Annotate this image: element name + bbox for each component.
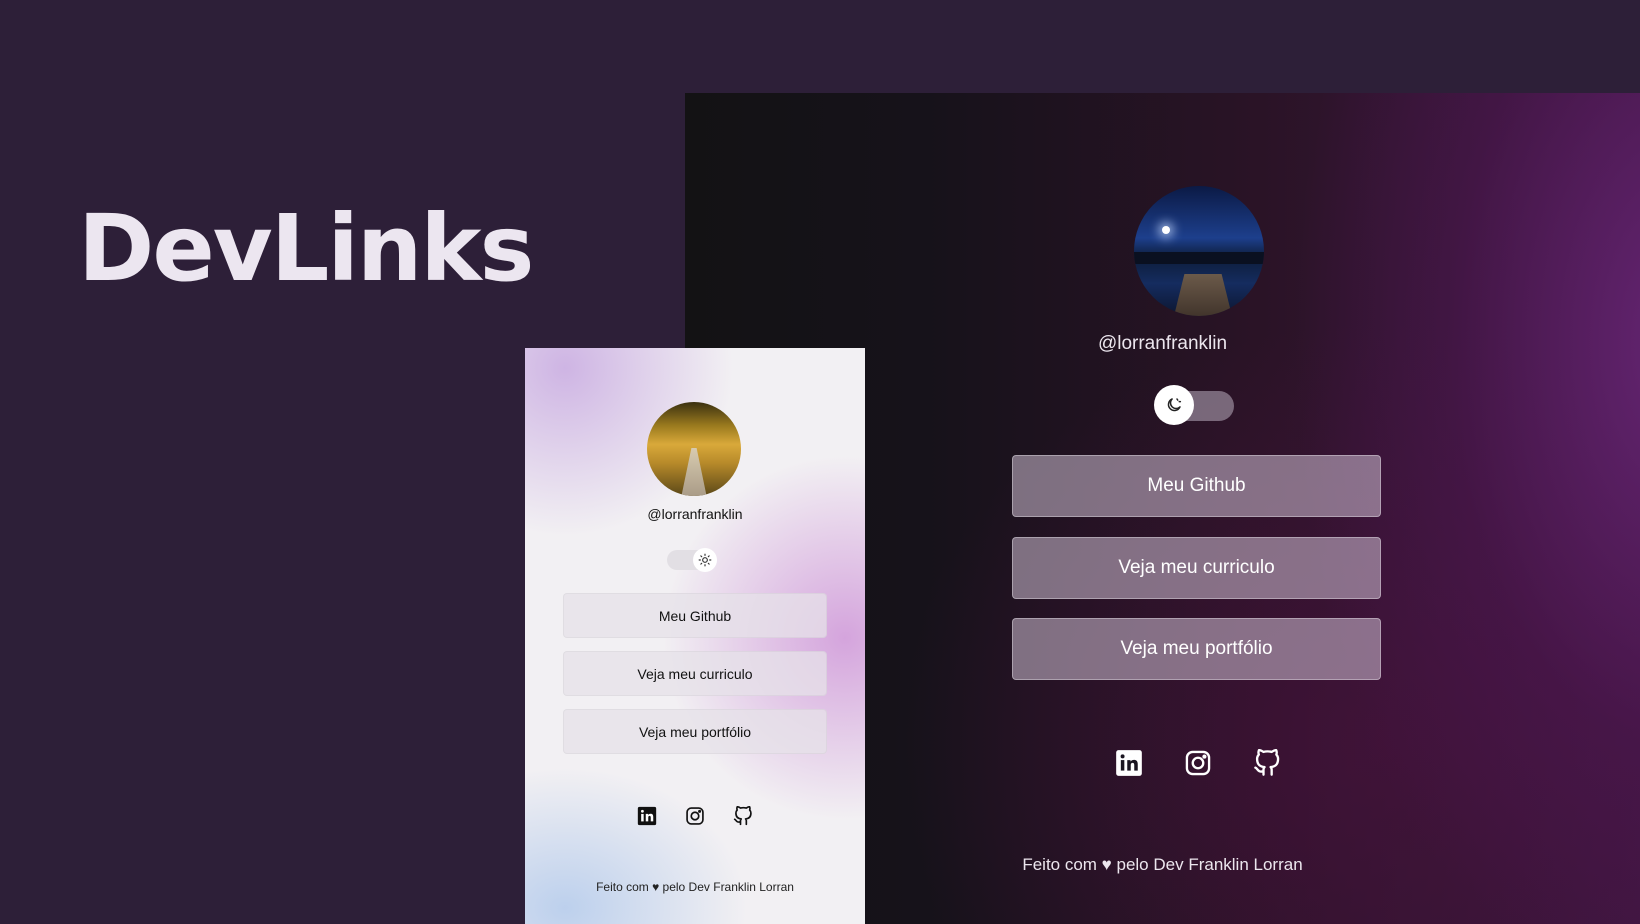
social-links (637, 806, 753, 826)
github-link-button[interactable]: Meu Github (563, 593, 827, 638)
theme-toggle-knob[interactable] (693, 548, 717, 572)
theme-toggle[interactable] (1154, 385, 1234, 425)
linkedin-icon[interactable] (1115, 749, 1143, 777)
profile-avatar (1134, 186, 1264, 316)
resume-link-button[interactable]: Veja meu curriculo (1012, 537, 1381, 599)
portfolio-link-button[interactable]: Veja meu portfólio (1012, 618, 1381, 680)
moon-icon (1165, 396, 1183, 414)
theme-toggle-knob[interactable] (1154, 385, 1194, 425)
instagram-icon[interactable] (1184, 749, 1212, 777)
profile-handle: @lorranfranklin (647, 506, 743, 522)
light-theme-preview: @lorranfranklin Meu Github Veja meu curr… (525, 348, 865, 924)
profile-avatar (647, 402, 741, 496)
theme-toggle[interactable] (667, 548, 717, 572)
github-icon[interactable] (733, 806, 753, 826)
footer-credit: Feito com ♥ pelo Dev Franklin Lorran (596, 880, 794, 894)
social-links (1115, 749, 1281, 777)
sun-icon (698, 553, 712, 567)
github-link-button[interactable]: Meu Github (1012, 455, 1381, 517)
brand-title: DevLinks (78, 195, 534, 302)
resume-link-button[interactable]: Veja meu curriculo (563, 651, 827, 696)
portfolio-link-button[interactable]: Veja meu portfólio (563, 709, 827, 754)
instagram-icon[interactable] (685, 806, 705, 826)
linkedin-icon[interactable] (637, 806, 657, 826)
github-icon[interactable] (1253, 749, 1281, 777)
